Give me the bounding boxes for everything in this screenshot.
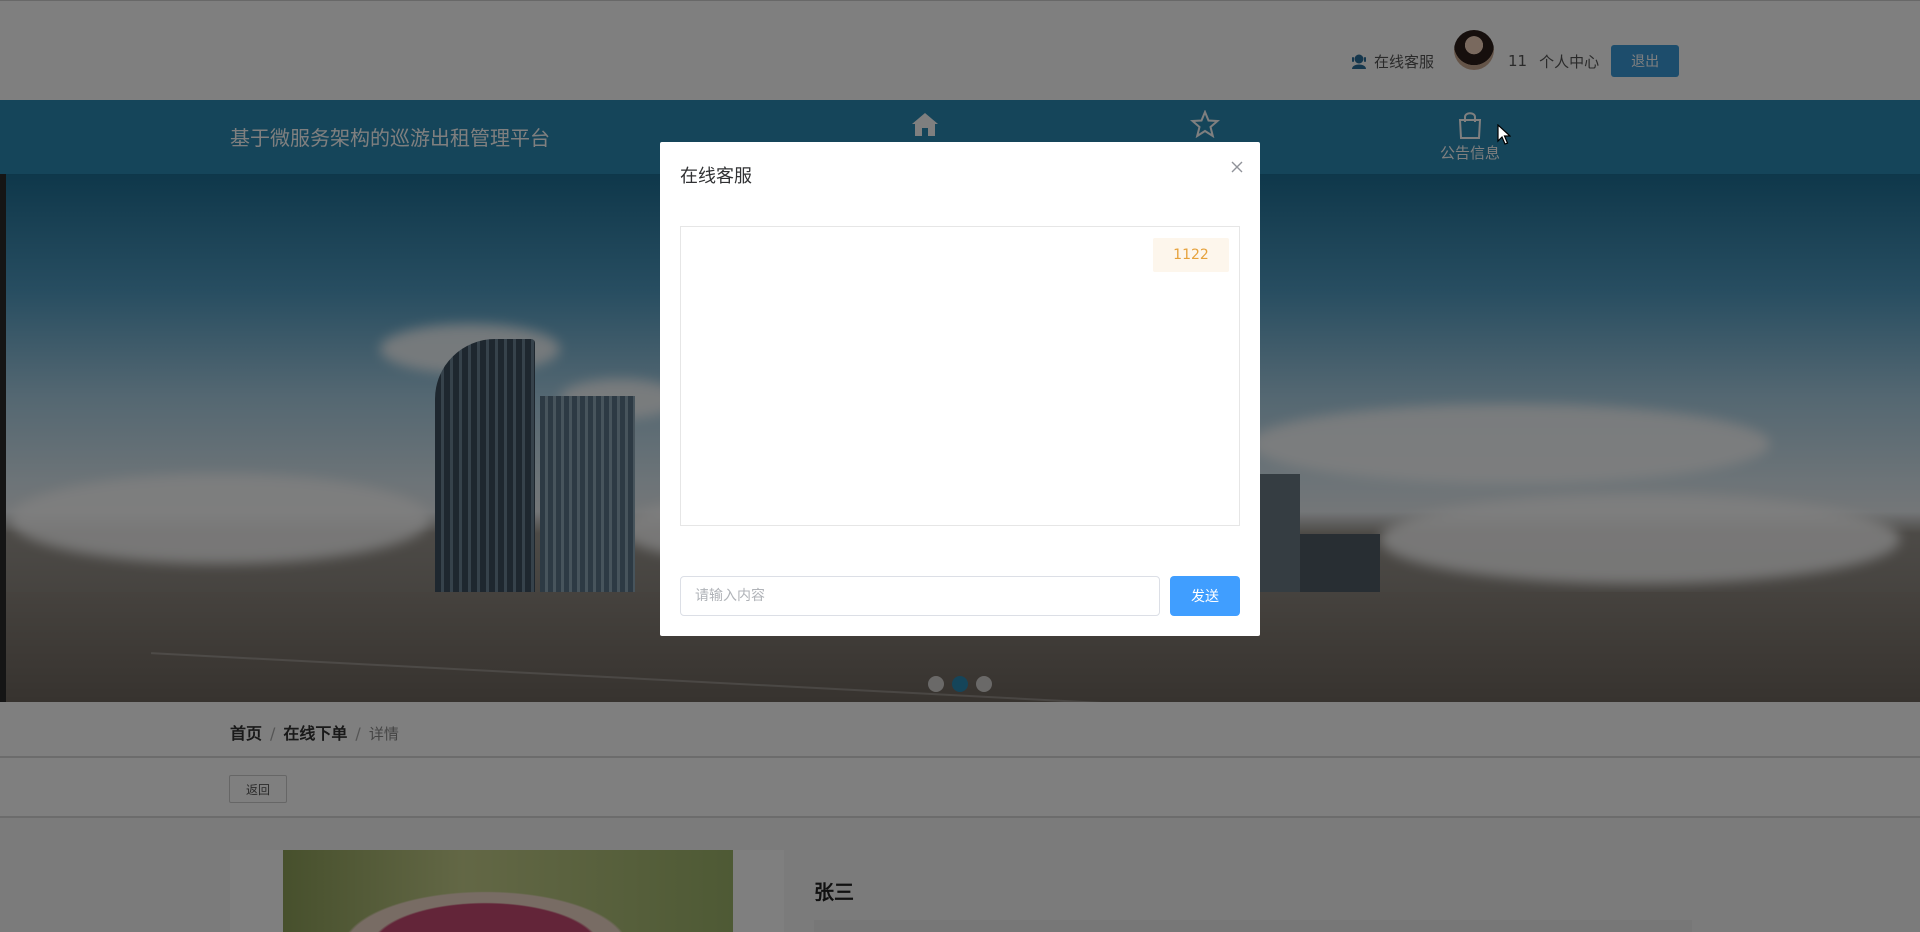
chat-history[interactable]: 1122: [680, 226, 1240, 526]
close-icon[interactable]: [1230, 160, 1244, 174]
customer-service-dialog: 在线客服 1122 发送: [660, 142, 1260, 636]
send-button[interactable]: 发送: [1170, 576, 1240, 616]
dialog-title: 在线客服: [680, 166, 752, 187]
chat-input[interactable]: [680, 576, 1160, 616]
mouse-cursor-icon: [1497, 124, 1511, 145]
chat-message: 1122: [1153, 238, 1229, 272]
